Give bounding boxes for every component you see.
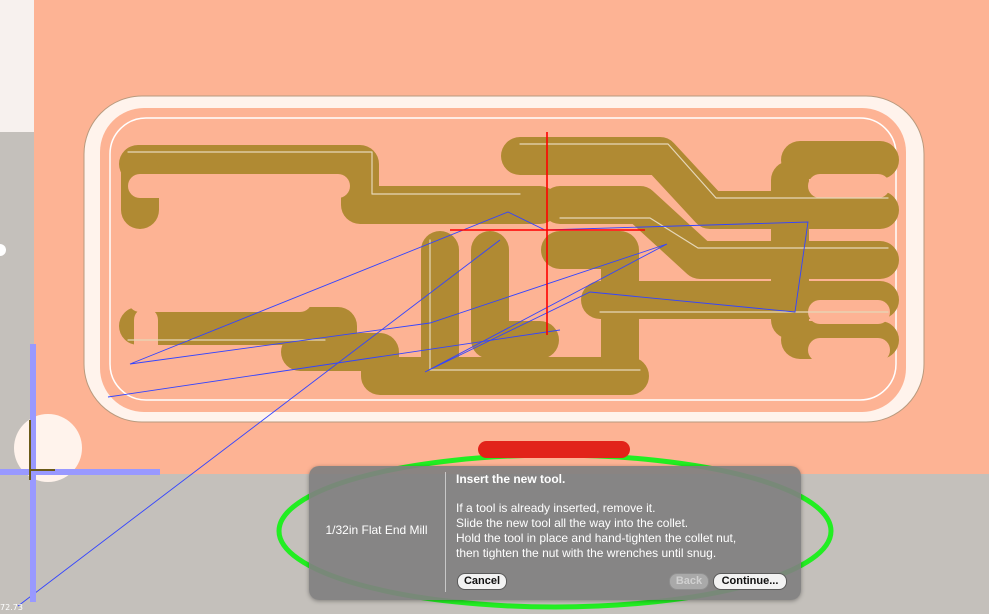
- tool-name-label: 1/32in Flat End Mill: [325, 523, 428, 537]
- cancel-button[interactable]: Cancel: [457, 573, 507, 590]
- tool-change-dialog: 1/32in Flat End Mill Insert the new tool…: [309, 466, 801, 600]
- instruction-line: If a tool is already inserted, remove it…: [456, 501, 656, 515]
- coordinate-readout: 72.73: [0, 603, 23, 612]
- dialog-title: Insert the new tool.: [456, 472, 566, 486]
- status-chip: [478, 441, 630, 458]
- continue-button[interactable]: Continue...: [713, 573, 787, 590]
- back-button[interactable]: Back: [669, 573, 709, 590]
- dialog-divider: [445, 472, 446, 592]
- instruction-line: Hold the tool in place and hand-tighten …: [456, 531, 737, 545]
- instruction-line: then tighten the nut with the wrenches u…: [456, 546, 717, 560]
- instruction-line: Slide the new tool all the way into the …: [456, 516, 689, 530]
- left-panel-strip: [0, 0, 34, 132]
